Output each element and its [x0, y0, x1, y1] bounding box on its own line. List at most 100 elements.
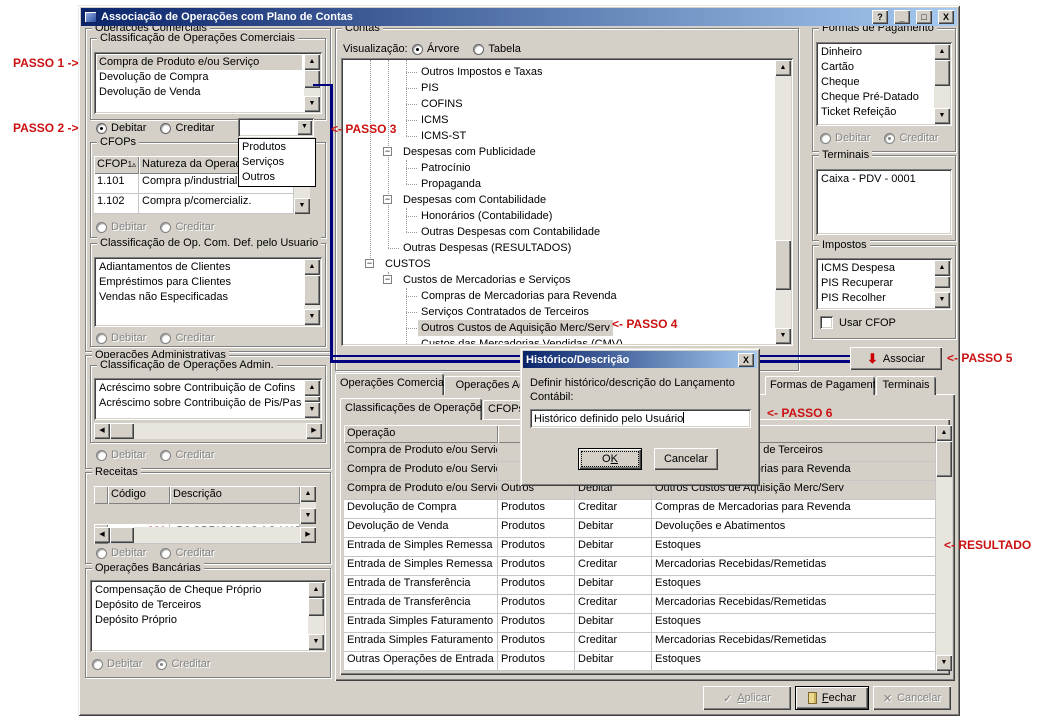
tree-item[interactable]: −Custos de Mercadorias e Serviços: [343, 272, 775, 288]
scrollbar-vertical[interactable]: ▲▼: [775, 60, 791, 344]
radio-creditar[interactable]: Creditar: [160, 122, 214, 134]
scroll-up-icon[interactable]: ▲: [934, 44, 950, 60]
tree-item[interactable]: −Despesas com Contabilidade: [343, 192, 775, 208]
scroll-thumb[interactable]: [934, 60, 950, 86]
scrollbar-vertical[interactable]: ▲▼: [304, 380, 320, 418]
scroll-up-icon[interactable]: ▲: [936, 425, 952, 441]
radio-creditar[interactable]: Creditar: [160, 332, 214, 344]
list-impostos[interactable]: ▲▼ ICMS DespesaPIS RecuperarPIS Recolher: [816, 258, 952, 310]
tab-operacoes-comerciais[interactable]: Operações Comerciais: [335, 373, 444, 395]
list-item-pis-recolher[interactable]: PIS Recolher: [819, 291, 932, 306]
scroll-down-icon[interactable]: ▼: [304, 309, 320, 325]
table-row[interactable]: 1.102Compra p/comercializ.: [94, 194, 310, 214]
tipo-combobox[interactable]: ▼: [238, 118, 314, 137]
table-row[interactable]: Entrada Simples FaturamentoProdutosDebit…: [344, 614, 936, 633]
radio-creditar[interactable]: Creditar: [156, 658, 210, 670]
titlebar[interactable]: Associação de Operações com Plano de Con…: [81, 8, 957, 26]
list-item-cheque-predatado[interactable]: Cheque Pré-Datado: [819, 90, 932, 105]
close-button[interactable]: X: [938, 10, 954, 24]
table-row[interactable]: Entrada de Simples RemessaProdutosCredit…: [344, 557, 936, 576]
tree-item[interactable]: Patrocínio: [343, 160, 775, 176]
table-row[interactable]: Devolução de VendaProdutosDebitarDevoluç…: [344, 519, 936, 538]
list-item-cartao[interactable]: Cartão: [819, 60, 932, 75]
scroll-up-icon[interactable]: ▲: [934, 260, 950, 276]
scroll-down-icon[interactable]: ▼: [775, 328, 791, 344]
list-item-acrescimo-sobre-contribuicao-de-pispasep[interactable]: Acréscimo sobre Contribuição de Pis/Pase…: [97, 396, 302, 411]
dialog-cancel-button[interactable]: Cancelar: [654, 448, 718, 470]
list-formas-pagamento[interactable]: ▲▼ DinheiroCartãoChequeCheque Pré-Datado…: [816, 42, 952, 126]
tree-item[interactable]: −CUSTOS: [343, 256, 775, 272]
aplicar-button[interactable]: ✓ Aplicar: [703, 686, 791, 710]
scroll-right-icon[interactable]: ▶: [300, 527, 316, 543]
scroll-up-icon[interactable]: ▲: [775, 60, 791, 76]
tree-item[interactable]: Outras Despesas com Contabilidade: [343, 224, 775, 240]
scroll-thumb[interactable]: [936, 441, 952, 477]
scroll-down-icon[interactable]: ▼: [934, 292, 950, 308]
scroll-right-icon[interactable]: ▶: [306, 423, 322, 439]
list-terminais[interactable]: Caixa - PDV - 0001: [816, 169, 952, 235]
scrollbar-vertical[interactable]: ▲▼: [934, 44, 950, 124]
scroll-left-icon[interactable]: ◀: [94, 527, 110, 543]
scroll-left-icon[interactable]: ◀: [94, 423, 110, 439]
list-op-bancarias[interactable]: ▲ ▼ Compensação de Cheque PróprioDepósito…: [90, 580, 326, 652]
help-button[interactable]: ?: [872, 10, 888, 24]
list-item-devolucao-de-compra[interactable]: Devolução de Compra: [97, 70, 302, 85]
tab-formas-de-pagamento[interactable]: Formas de Pagamento: [765, 376, 875, 395]
list-op-administrativas[interactable]: ▲▼ Acréscimo sobre Contribuição de Cofin…: [94, 378, 322, 420]
column-header-descricao[interactable]: Descrição: [170, 486, 300, 504]
radio-debitar[interactable]: Debitar: [820, 132, 870, 144]
list-def-usuario[interactable]: ▲▼ Adiantamentos de ClientesEmpréstimos …: [94, 257, 322, 327]
list-item-vendas-nao-especificadas[interactable]: Vendas não Especificadas: [97, 290, 302, 305]
list-item-compra-de-produto-eou-servico[interactable]: Compra de Produto e/ou Serviço: [97, 55, 302, 70]
list-classificacao-op-comerciais[interactable]: ▲ ▼ Compra de Produto e/ou ServiçoDevoluç…: [94, 52, 322, 114]
table-row[interactable]: Outras Operações de EntradaProdutosDebit…: [344, 652, 936, 671]
list-item-dinheiro[interactable]: Dinheiro: [819, 45, 932, 60]
table-row[interactable]: Entrada de TransferênciaProdutosDebitarE…: [344, 576, 936, 595]
radio-debitar[interactable]: Debitar: [96, 449, 146, 461]
tree-item[interactable]: Compras de Mercadorias para Revenda: [343, 288, 775, 304]
radio-creditar[interactable]: Creditar: [160, 449, 214, 461]
table-row[interactable]: Devolução de CompraProdutosCreditarCompr…: [344, 500, 936, 519]
tree-item[interactable]: −Despesas com Publicidade: [343, 144, 775, 160]
radio-creditar[interactable]: Creditar: [160, 547, 214, 559]
radio-row-visualizacao[interactable]: ÁrvoreTabela: [412, 42, 521, 56]
tree-item[interactable]: ICMS-ST: [343, 128, 775, 144]
tree-item[interactable]: Honorários (Contabilidade): [343, 208, 775, 224]
scrollbar-vertical[interactable]: ▲▼: [300, 486, 316, 524]
list-item-ticket-refeicao[interactable]: Ticket Refeição: [819, 105, 932, 120]
table-row[interactable]: Entrada Simples FaturamentoProdutosCredi…: [344, 633, 936, 652]
tree-expand-icon[interactable]: −: [383, 195, 392, 204]
scroll-up-icon[interactable]: ▲: [300, 486, 316, 502]
tree-expand-icon[interactable]: −: [383, 275, 392, 284]
radio-debitar[interactable]: Debitar: [96, 547, 146, 559]
scroll-thumb[interactable]: [308, 598, 324, 616]
tree-item[interactable]: Outras Despesas (RESULTADOS): [343, 240, 775, 256]
scroll-thumb[interactable]: [110, 423, 134, 439]
radio-arvore[interactable]: Árvore: [412, 43, 459, 55]
scroll-down-icon[interactable]: ▼: [294, 198, 310, 214]
radio-creditar[interactable]: Creditar: [160, 221, 214, 233]
minimize-button[interactable]: _: [894, 10, 910, 24]
radio-creditar[interactable]: Creditar: [884, 132, 938, 144]
dialog-close-button[interactable]: X: [738, 353, 754, 367]
scroll-down-icon[interactable]: ▼: [304, 96, 320, 112]
radio-debitar[interactable]: Debitar: [96, 332, 146, 344]
chevron-down-icon[interactable]: ▼: [297, 120, 312, 135]
radio-debitar[interactable]: Debitar: [96, 221, 146, 233]
scroll-down-icon[interactable]: ▼: [304, 402, 320, 418]
scrollbar-vertical[interactable]: ▲▼: [934, 260, 950, 308]
column-header-codigo[interactable]: Código: [108, 486, 170, 504]
tree-expand-icon[interactable]: −: [365, 259, 374, 268]
scroll-up-icon[interactable]: ▲: [304, 54, 320, 70]
radio-row-op-comerciais[interactable]: DebitarCreditar: [96, 121, 215, 135]
maximize-button[interactable]: □: [916, 10, 932, 24]
scroll-up-icon[interactable]: ▲: [308, 582, 324, 598]
scroll-thumb[interactable]: [775, 240, 791, 290]
scroll-down-icon[interactable]: ▼: [308, 634, 324, 650]
table-row[interactable]: Entrada de Simples RemessaProdutosDebita…: [344, 538, 936, 557]
dialog-titlebar[interactable]: Histórico/Descrição X: [523, 351, 757, 368]
list-item-compensacao-de-cheque-proprio[interactable]: Compensação de Cheque Próprio: [93, 583, 306, 598]
tree-item[interactable]: Serviços Contratados de Terceiros: [343, 304, 775, 320]
tree-item[interactable]: Custos das Mercadorias Vendidas (CMV): [343, 336, 775, 344]
list-item-deposito-de-terceiros[interactable]: Depósito de Terceiros: [93, 598, 306, 613]
